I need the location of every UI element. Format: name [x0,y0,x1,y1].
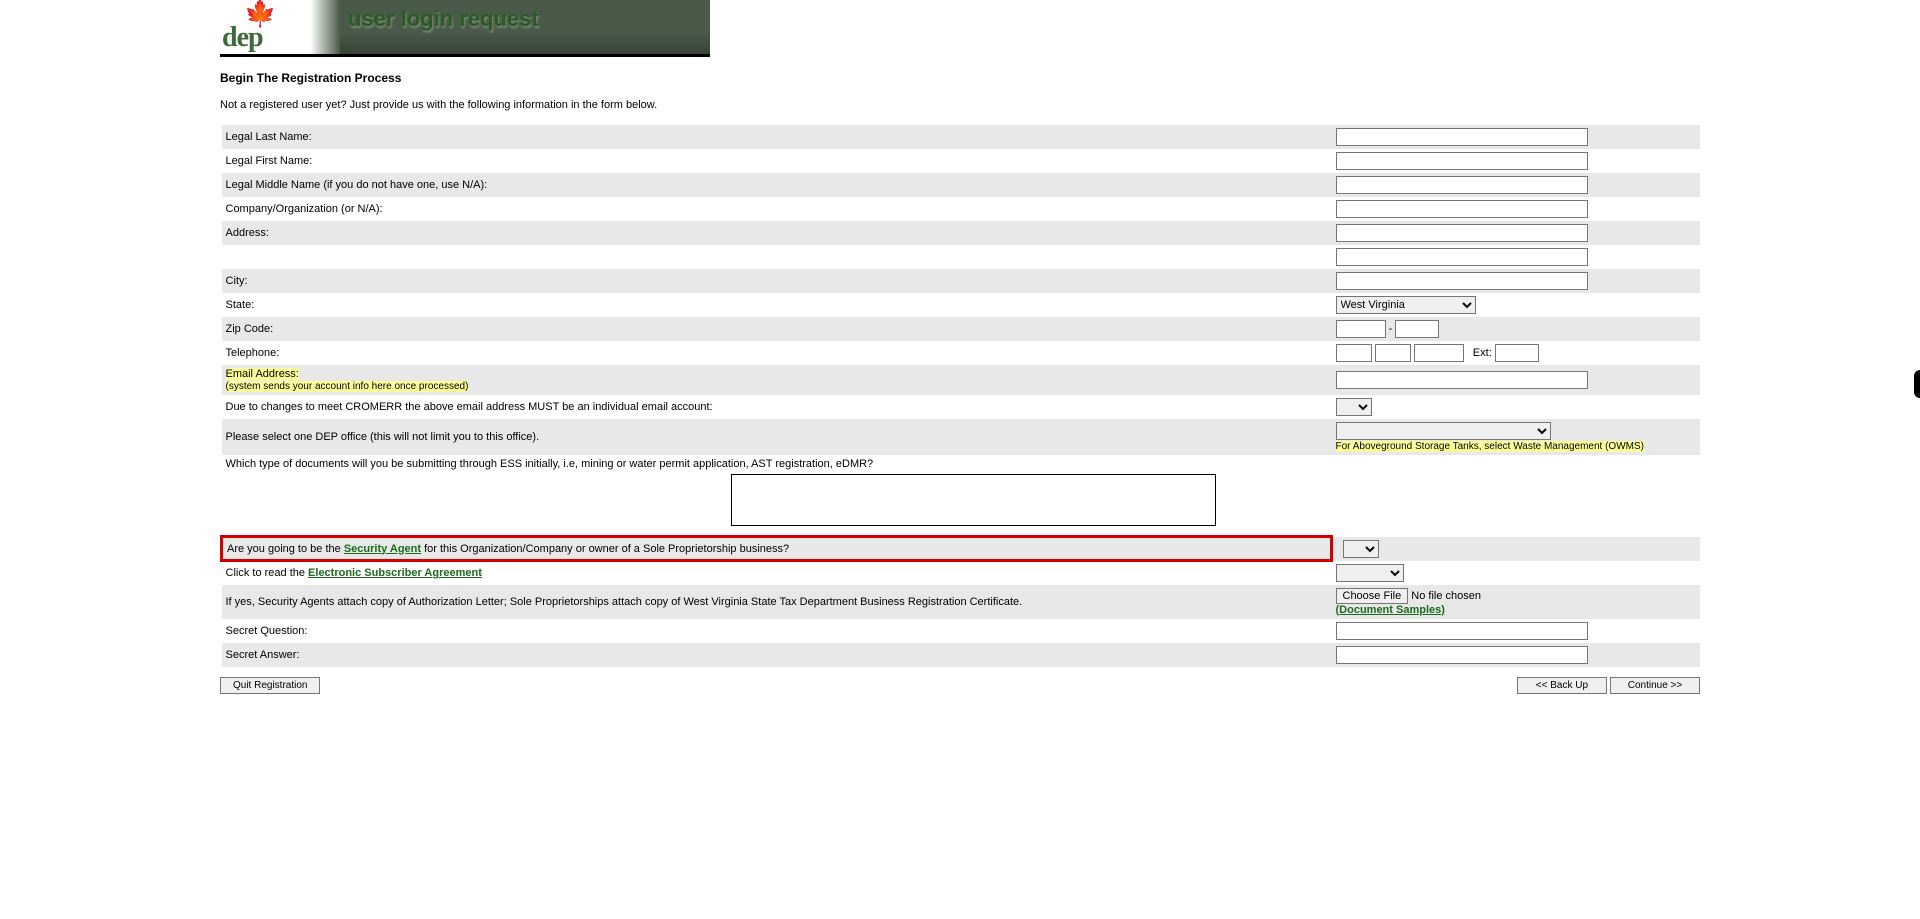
label-city: City: [222,269,1332,293]
label-office: Please select one DEP office (this will … [222,419,1332,455]
label-security-agent: Are you going to be the Security Agent f… [222,537,1332,561]
input-phone-1[interactable] [1336,344,1372,362]
input-zip[interactable] [1336,320,1386,338]
input-secret-q[interactable] [1336,622,1588,640]
input-phone-3[interactable] [1414,344,1464,362]
label-docs: Which type of documents will you be subm… [226,458,874,470]
label-state: State: [222,293,1332,317]
quit-button[interactable]: Quit Registration [220,677,320,694]
select-state[interactable]: West Virginia [1336,296,1476,314]
office-note: For Aboveground Storage Tanks, select Wa… [1336,441,1644,452]
select-office[interactable] [1336,422,1551,440]
label-esa: Click to read the Electronic Subscriber … [222,561,1332,585]
input-email[interactable] [1336,371,1588,389]
label-ext: Ext: [1473,347,1492,359]
header-banner: 🍁 dep user login request [220,0,710,57]
label-address: Address: [222,221,1332,245]
label-first-name: Legal First Name: [222,149,1332,173]
dep-logo: 🍁 dep [222,0,302,50]
label-cromerr: Due to changes to meet CROMERR the above… [222,395,1332,419]
input-phone-ext[interactable] [1495,344,1539,362]
select-cromerr[interactable] [1336,398,1372,416]
label-zip: Zip Code: [222,317,1332,341]
label-email: Email Address: (system sends your accoun… [222,365,1332,395]
back-button[interactable]: << Back Up [1517,677,1607,694]
input-phone-2[interactable] [1375,344,1411,362]
label-secret-q: Secret Question: [222,619,1332,643]
select-security-agent[interactable] [1343,540,1379,558]
continue-button[interactable]: Continue >> [1610,677,1700,694]
label-phone: Telephone: [222,341,1332,365]
input-address-2[interactable] [1336,248,1588,266]
input-company[interactable] [1336,200,1588,218]
link-esa[interactable]: Electronic Subscriber Agreement [308,567,482,579]
input-middle-name[interactable] [1336,176,1588,194]
no-file-text: No file chosen [1411,590,1481,602]
label-last-name: Legal Last Name: [222,125,1332,149]
textarea-docs[interactable] [731,474,1216,526]
choose-file-button[interactable]: Choose File [1336,588,1409,604]
side-feedback-tab[interactable] [1914,370,1920,398]
select-esa[interactable] [1336,564,1404,582]
input-first-name[interactable] [1336,152,1588,170]
dep-logo-text: dep [222,22,263,54]
input-secret-a[interactable] [1336,646,1588,664]
input-address-1[interactable] [1336,224,1588,242]
label-company: Company/Organization (or N/A): [222,197,1332,221]
link-security-agent[interactable]: Security Agent [344,543,421,555]
link-document-samples[interactable]: (Document Samples) [1336,604,1445,616]
input-last-name[interactable] [1336,128,1588,146]
zip-dash: - [1389,323,1393,335]
intro-text: Not a registered user yet? Just provide … [220,99,1700,111]
label-secret-a: Secret Answer: [222,643,1332,667]
label-middle-name: Legal Middle Name (if you do not have on… [222,173,1332,197]
input-zip4[interactable] [1395,320,1439,338]
input-city[interactable] [1336,272,1588,290]
banner-title: user login request [348,6,539,32]
page-heading: Begin The Registration Process [220,71,1700,85]
label-address2 [222,245,1332,269]
label-attach: If yes, Security Agents attach copy of A… [222,585,1332,619]
